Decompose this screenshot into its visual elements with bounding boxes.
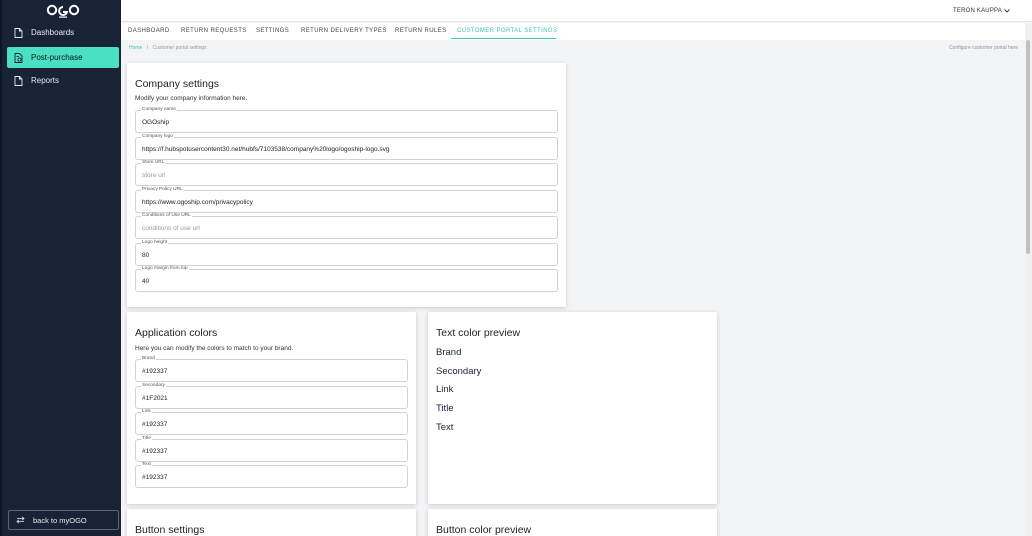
card-title: Button color preview [436,524,532,536]
breadcrumb-current: Customer portal settings [152,45,207,51]
preview-secondary: Secondary [436,366,482,377]
ogo-logo [46,4,80,18]
topbar: TERON KAUPPA [121,0,1032,22]
tab-settings[interactable]: SETTINGS [256,28,289,34]
document-icon [14,27,23,38]
preview-link: Link [436,384,454,395]
sidebar-item-reports[interactable]: Reports [7,70,119,91]
card-title: Text color preview [436,327,521,339]
privacy-policy-url-field[interactable]: Privacy Policy URL https://www.ogoship.c… [135,187,558,213]
logo-margin-top-field[interactable]: Logo margin from top 40 [135,266,558,292]
brand-color-field[interactable]: Brand #192337 [135,356,408,382]
sidebar: Dashboards Post-purchase Reports back to… [0,0,121,536]
title-color-field[interactable]: Title #192337 [135,436,408,462]
text-color-field[interactable]: Text #192337 [135,462,408,488]
back-button-label: back to myOGO [33,515,87,525]
card-title: Application colors [135,327,218,339]
card-subtitle: Here you can modify the colors to match … [135,345,294,352]
user-name: TERON KAUPPA [953,8,1002,14]
sidebar-item-dashboards[interactable]: Dashboards [7,22,119,43]
active-tab-indicator [451,38,556,39]
conditions-of-use-url-field[interactable]: Conditions of Use URL conditions of use … [135,213,558,239]
company-logo-field[interactable]: Company logo https://f.hubspotuserconten… [135,134,558,160]
tab-return-delivery-types[interactable]: RETURN DELIVERY TYPES [301,28,387,34]
link-color-field[interactable]: Link #192337 [135,409,408,435]
card-title: Button settings [135,524,205,536]
logo-height-field[interactable]: Logo height 80 [135,240,558,266]
secondary-color-field[interactable]: Secondary #1F2021 [135,383,408,409]
tab-dashboard[interactable]: DASHBOARD [128,28,170,34]
breadcrumb-home[interactable]: Home [129,45,142,51]
sidebar-item-label: Reports [31,76,60,85]
document-icon [14,75,23,86]
breadcrumb-separator: / [146,45,149,51]
application-colors-card: Application colors Here you can modify t… [127,312,416,504]
card-subtitle: Modify your company information here. [135,95,248,102]
help-text: Configure customer portal here [949,45,1018,51]
company-settings-card: Company settings Modify your company inf… [127,63,566,307]
text-color-preview-card: Text color preview Brand Secondary Link … [428,312,717,504]
preview-text: Text [436,422,454,433]
store-url-field[interactable]: Store URL store url [135,160,558,186]
scrollbar-thumb[interactable] [1026,40,1030,254]
receipt-icon [14,52,23,63]
tab-bar: DASHBOARD RETURN REQUESTS SETTINGS RETUR… [121,23,1026,40]
card-title: Company settings [135,78,220,90]
sidebar-item-label: Dashboards [31,28,75,37]
sidebar-item-post-purchase[interactable]: Post-purchase [7,47,119,68]
user-menu[interactable]: TERON KAUPPA [953,8,1010,14]
back-to-myogo-button[interactable]: back to myOGO [8,510,119,530]
tab-customer-portal-settings[interactable]: CUSTOMER PORTAL SETTINGS [457,28,557,34]
tab-return-requests[interactable]: RETURN REQUESTS [181,28,247,34]
button-color-preview-card: Button color preview [428,509,717,536]
company-name-field[interactable]: Company name OGOship [135,107,558,133]
chevron-down-icon [1004,9,1010,13]
button-settings-card: Button settings [127,509,416,536]
tab-return-rules[interactable]: RETURN RULES [395,28,446,34]
sidebar-item-label: Post-purchase [31,53,83,62]
preview-title: Title [436,403,454,414]
swap-arrows-icon [16,516,25,524]
breadcrumb: Home / Customer portal settings [129,45,207,51]
preview-brand: Brand [436,347,462,358]
